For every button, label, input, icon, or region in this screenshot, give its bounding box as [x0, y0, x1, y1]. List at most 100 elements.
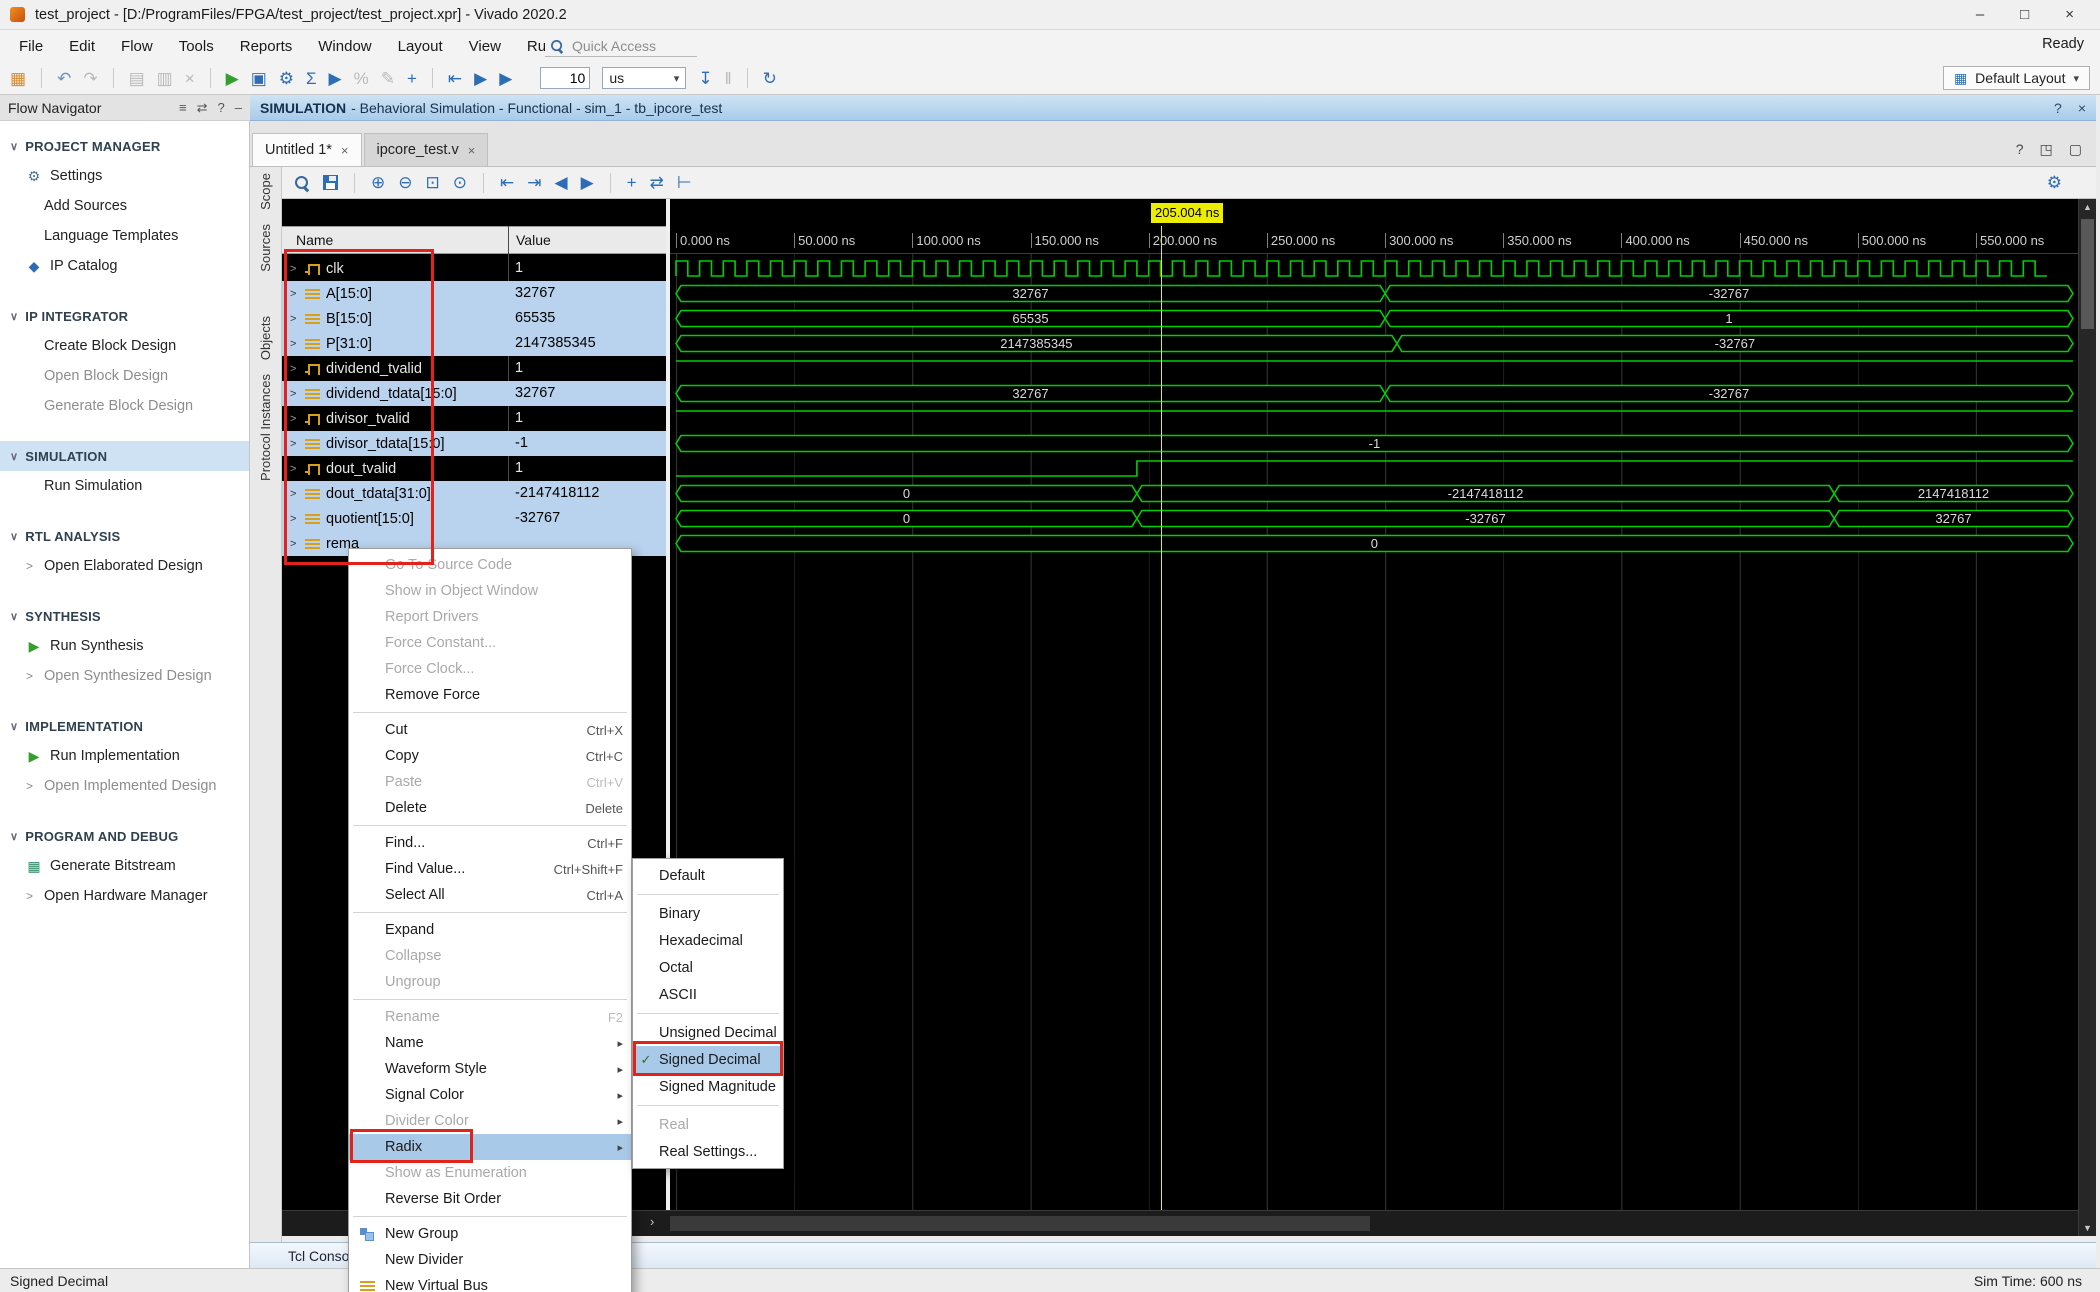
chevron-right-icon[interactable]: > — [290, 538, 299, 550]
signal-row[interactable]: >P[31:0] — [282, 331, 508, 356]
signal-wave[interactable] — [670, 406, 2078, 431]
flownav-item-ip-catalog[interactable]: ◆IP Catalog — [0, 251, 249, 281]
radix-option-ascii[interactable]: ASCII — [633, 981, 783, 1008]
signal-wave[interactable]: 32767-32767 — [670, 281, 2078, 306]
run-report-icon[interactable]: ▶ — [329, 70, 342, 87]
signal-row[interactable]: >clk — [282, 256, 508, 281]
chevron-right-icon[interactable]: > — [290, 313, 299, 325]
flownav-section-ip-integrator[interactable]: ∨IP INTEGRATOR — [0, 301, 249, 331]
value-column-header[interactable]: Value — [508, 226, 666, 254]
sim-time-unit-select[interactable]: us ▾ — [602, 67, 686, 89]
vertical-scrollbar[interactable]: ▲ ▼ — [2078, 199, 2096, 1236]
flownav-item-open-hardware-manager[interactable]: >Open Hardware Manager — [0, 881, 249, 911]
delete-icon[interactable]: × — [185, 70, 195, 87]
layout-selector[interactable]: ▦ Default Layout ▾ — [1943, 66, 2090, 90]
signal-wave[interactable] — [670, 456, 2078, 481]
prev-transition-icon[interactable]: ◀ — [555, 174, 568, 191]
radix-option-signed-magnitude[interactable]: Signed Magnitude — [633, 1073, 783, 1100]
flownav-item-open-block-design[interactable]: Open Block Design — [0, 361, 249, 391]
undo-icon[interactable]: ↶ — [57, 70, 71, 87]
run-for-icon[interactable]: ▶ — [499, 70, 512, 87]
context-menu-item-signal-color[interactable]: Signal Color▸ — [349, 1082, 631, 1108]
context-menu-item-expand[interactable]: Expand — [349, 917, 631, 943]
scroll-up-icon[interactable]: ▲ — [2079, 202, 2096, 212]
paste-icon[interactable]: ▥ — [157, 70, 173, 87]
quick-access-search[interactable]: Quick Access — [545, 35, 697, 57]
find-icon[interactable] — [294, 175, 310, 191]
dashboard-icon[interactable]: ▦ — [10, 70, 26, 87]
maximize-icon[interactable]: ▢ — [2069, 141, 2082, 158]
side-tab-protocol-instances[interactable]: Protocol Instances — [258, 374, 273, 481]
flownav-item-open-implemented-design[interactable]: >Open Implemented Design — [0, 771, 249, 801]
side-tab-sources[interactable]: Sources — [258, 224, 273, 272]
flownav-section-simulation[interactable]: ∨SIMULATION — [0, 441, 249, 471]
save-icon[interactable] — [323, 175, 338, 190]
chevron-right-icon[interactable]: > — [290, 363, 299, 375]
step-icon[interactable]: ↧ — [698, 70, 712, 87]
context-menu-item-reverse-bit-order[interactable]: Reverse Bit Order — [349, 1186, 631, 1212]
zoom-out-icon[interactable]: ⊖ — [398, 174, 412, 191]
minimize-icon[interactable]: – — [235, 100, 242, 116]
signal-row[interactable]: >dividend_tdata[15:0] — [282, 381, 508, 406]
minimize-icon[interactable]: – — [1976, 6, 1984, 23]
chevron-right-icon[interactable]: > — [290, 463, 299, 475]
flownav-item-settings[interactable]: ⚙Settings — [0, 161, 249, 191]
menu-reports[interactable]: Reports — [227, 34, 306, 59]
chevron-right-icon[interactable]: > — [290, 438, 299, 450]
maximize-icon[interactable]: □ — [2020, 6, 2029, 23]
context-menu-item-new-divider[interactable]: New Divider — [349, 1247, 631, 1273]
tab-ipcore-test-v[interactable]: ipcore_test.v× — [364, 133, 489, 166]
menu-file[interactable]: File — [6, 34, 56, 59]
radix-option-binary[interactable]: Binary — [633, 900, 783, 927]
signal-wave[interactable]: -1 — [670, 431, 2078, 456]
side-tab-scope[interactable]: Scope — [258, 173, 273, 210]
scrollbar-thumb[interactable] — [2081, 219, 2094, 329]
context-menu-item-copy[interactable]: CopyCtrl+C — [349, 743, 631, 769]
context-menu-item-delete[interactable]: DeleteDelete — [349, 795, 631, 821]
radix-option-default[interactable]: Default — [633, 862, 783, 889]
goto-start-icon[interactable]: ⇤ — [500, 174, 514, 191]
goto-end-icon[interactable]: ⇥ — [527, 174, 541, 191]
flownav-item-create-block-design[interactable]: Create Block Design — [0, 331, 249, 361]
context-menu-item-new-group[interactable]: New Group — [349, 1221, 631, 1247]
signal-row[interactable]: >dividend_tvalid — [282, 356, 508, 381]
signal-row[interactable]: >dout_tdata[31:0] — [282, 481, 508, 506]
swap-cursors-icon[interactable]: ⇄ — [650, 174, 664, 191]
zoom-to-cursor-icon[interactable]: ⊙ — [453, 174, 467, 191]
context-menu-item-remove-force[interactable]: Remove Force — [349, 682, 631, 708]
open-elaborated-icon[interactable]: ▣ — [251, 70, 267, 87]
sim-time-input[interactable] — [540, 67, 590, 89]
report-sigma-icon[interactable]: Σ — [306, 70, 317, 87]
percent-icon[interactable]: % — [354, 70, 369, 87]
menu-edit[interactable]: Edit — [56, 34, 108, 59]
flownav-section-rtl-analysis[interactable]: ∨RTL ANALYSIS — [0, 521, 249, 551]
chevron-right-icon[interactable]: > — [290, 413, 299, 425]
name-column-header[interactable]: Name — [282, 226, 508, 254]
signal-wave[interactable]: 0-21474181122147418112 — [670, 481, 2078, 506]
signal-wave[interactable] — [670, 256, 2078, 281]
context-menu-item-name[interactable]: Name▸ — [349, 1030, 631, 1056]
float-icon[interactable]: ◳ — [2040, 141, 2053, 158]
chevron-right-icon[interactable]: > — [290, 263, 299, 275]
scroll-down-icon[interactable]: ▼ — [2079, 1223, 2096, 1233]
menu-tools[interactable]: Tools — [166, 34, 227, 59]
context-menu-item-radix[interactable]: Radix▸ — [349, 1134, 631, 1160]
flownav-section-synthesis[interactable]: ∨SYNTHESIS — [0, 601, 249, 631]
next-transition-icon[interactable]: ▶ — [581, 174, 594, 191]
context-menu-item-find-value[interactable]: Find Value...Ctrl+Shift+F — [349, 856, 631, 882]
menu-window[interactable]: Window — [305, 34, 384, 59]
close-icon[interactable]: × — [2065, 6, 2074, 23]
flownav-section-project-manager[interactable]: ∨PROJECT MANAGER — [0, 131, 249, 161]
menu-flow[interactable]: Flow — [108, 34, 166, 59]
tab-close-icon[interactable]: × — [341, 143, 349, 158]
signal-row[interactable]: >B[15:0] — [282, 306, 508, 331]
signal-wave[interactable]: 0-3276732767 — [670, 506, 2078, 531]
signal-wave[interactable]: 2147385345-32767 — [670, 331, 2078, 356]
snap-to-transition-icon[interactable]: ⊢ — [677, 174, 692, 191]
flownav-item-generate-block-design[interactable]: Generate Block Design — [0, 391, 249, 421]
banner-help-icon[interactable]: ? — [2054, 100, 2062, 116]
signal-row[interactable]: >dout_tvalid — [282, 456, 508, 481]
run-all-icon[interactable]: ▶ — [474, 70, 487, 87]
context-menu-item-waveform-style[interactable]: Waveform Style▸ — [349, 1056, 631, 1082]
toolbar-toggle-icon[interactable]: ≡ — [179, 100, 187, 116]
